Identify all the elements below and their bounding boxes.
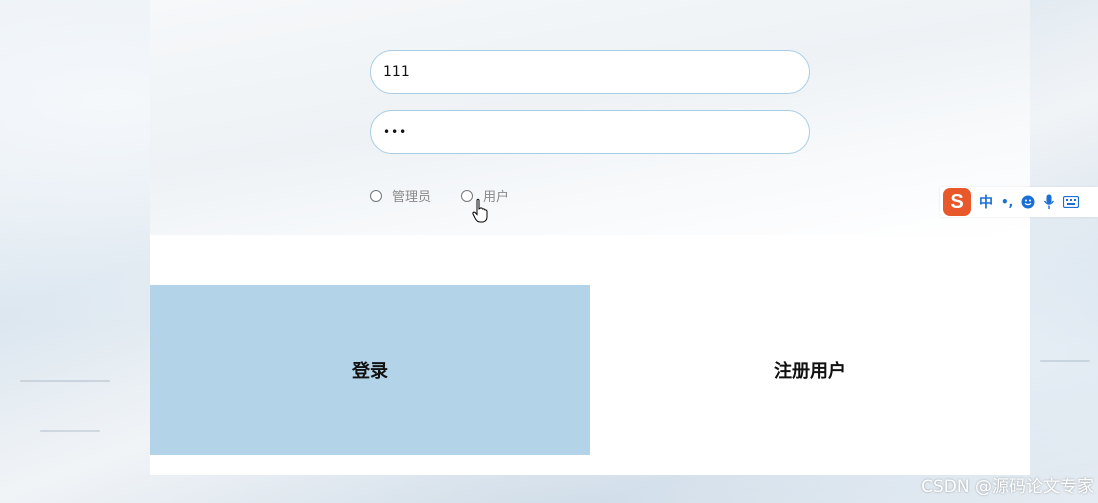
ime-lang-toggle[interactable]: 中 bbox=[979, 192, 993, 212]
register-button[interactable]: 注册用户 bbox=[590, 285, 1030, 455]
smiley-icon[interactable] bbox=[1021, 195, 1035, 209]
background-texture bbox=[20, 380, 110, 382]
background-texture bbox=[1040, 360, 1090, 362]
username-input[interactable]: 111 bbox=[370, 50, 810, 94]
login-button-label: 登录 bbox=[352, 361, 388, 382]
username-value: 111 bbox=[383, 64, 410, 80]
password-value: ••• bbox=[383, 125, 408, 139]
hand-pointer-icon bbox=[472, 198, 490, 228]
ime-punct-toggle[interactable]: •, bbox=[1001, 195, 1013, 209]
watermark: CSDN @源码论文专家 bbox=[921, 477, 1094, 497]
keyboard-icon[interactable] bbox=[1063, 196, 1080, 208]
role-radio-group: 管理员 用户 bbox=[370, 186, 539, 205]
background-texture bbox=[40, 430, 100, 432]
role-label-admin: 管理员 bbox=[392, 190, 432, 205]
login-button[interactable]: 登录 bbox=[150, 285, 590, 455]
password-input[interactable]: ••• bbox=[370, 110, 810, 154]
radio-circle-icon[interactable] bbox=[370, 189, 382, 202]
role-radio-admin[interactable]: 管理员 bbox=[370, 186, 431, 205]
register-button-label: 注册用户 bbox=[774, 361, 846, 382]
ime-toolbar: S 中 •, bbox=[940, 187, 1098, 217]
sogou-logo-icon[interactable]: S bbox=[943, 188, 971, 216]
microphone-icon[interactable] bbox=[1043, 194, 1055, 210]
